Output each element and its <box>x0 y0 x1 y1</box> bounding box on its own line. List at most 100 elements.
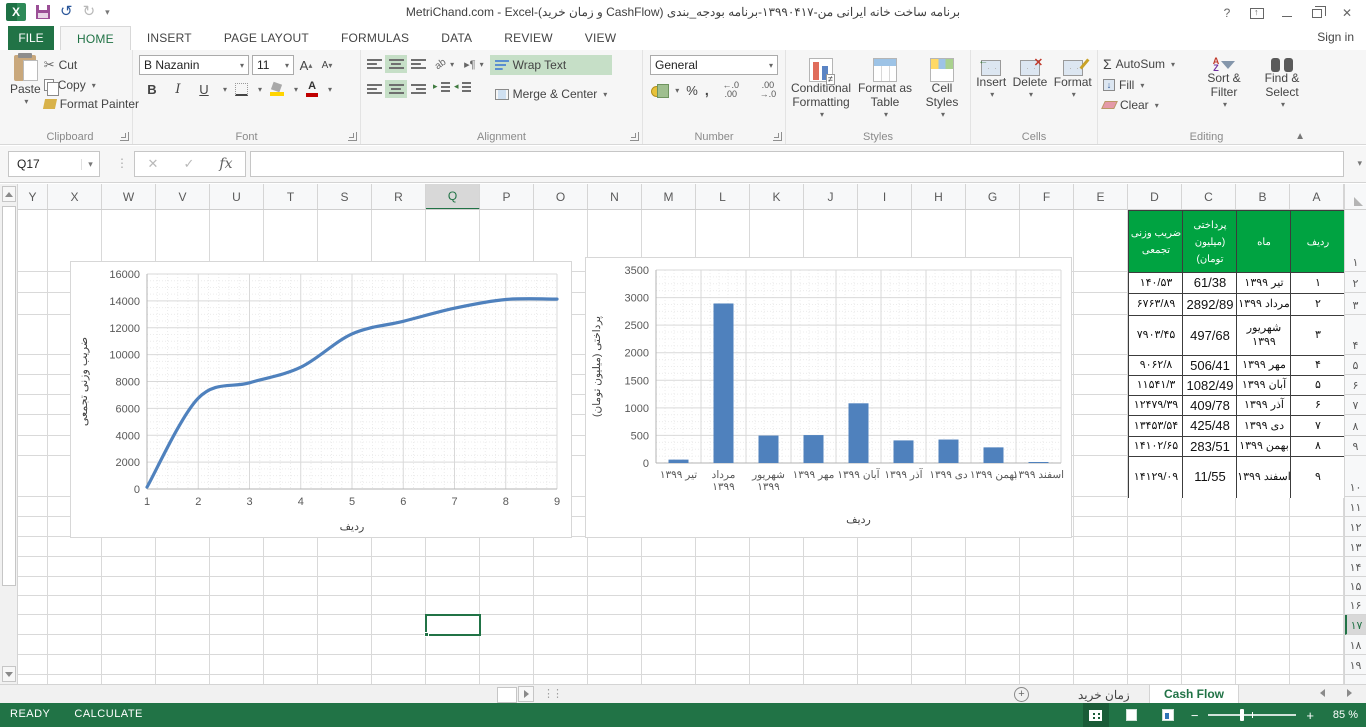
zoom-out-button[interactable]: − <box>1191 708 1199 723</box>
zoom-slider-thumb[interactable] <box>1240 709 1244 721</box>
grid[interactable]: ضریب وزنی تجمعیپرداختی (میلیون تومان)ماه… <box>18 210 1344 684</box>
table-cell-cumulative[interactable]: ۷۹۰۳/۴۵ <box>1128 315 1183 356</box>
sort-filter-button[interactable]: AZ Sort & Filter ▾ <box>1195 55 1253 113</box>
font-color-dropdown-icon[interactable]: ▾ <box>328 85 332 94</box>
row-header-5[interactable]: ۵ <box>1345 355 1366 375</box>
column-header-P[interactable]: P <box>480 184 534 210</box>
vertical-scroll-thumb[interactable] <box>2 206 16 586</box>
cell-styles-button[interactable]: Cell Styles ▾ <box>917 55 967 119</box>
row-header-2[interactable]: ۲ <box>1345 272 1366 293</box>
table-cell-payment[interactable]: 409/78 <box>1182 395 1237 416</box>
merge-center-button[interactable]: Merge & Center▾ <box>490 84 613 104</box>
percent-style-button[interactable]: % <box>686 83 698 98</box>
row-header-12[interactable]: ۱۲ <box>1345 517 1366 537</box>
number-dialog-launcher-icon[interactable] <box>773 132 782 141</box>
row-header-8[interactable]: ۸ <box>1345 415 1366 436</box>
column-header-X[interactable]: X <box>48 184 102 210</box>
name-box[interactable]: Q17 ▾ <box>8 151 100 177</box>
row-header-17[interactable]: ۱۷ <box>1345 615 1366 635</box>
align-right-button[interactable] <box>407 80 429 98</box>
alignment-dialog-launcher-icon[interactable] <box>630 132 639 141</box>
table-cell-payment[interactable]: 425/48 <box>1182 415 1237 437</box>
table-cell-payment[interactable]: 61/38 <box>1182 272 1237 294</box>
table-cell-cumulative[interactable]: ۱۴۱۰۲/۶۵ <box>1128 436 1183 457</box>
next-sheet-icon[interactable] <box>1347 689 1352 697</box>
column-header-V[interactable]: V <box>156 184 210 210</box>
clipboard-dialog-launcher-icon[interactable] <box>120 132 129 141</box>
calculate-status[interactable]: CALCULATE <box>74 708 142 720</box>
sign-in-link[interactable]: Sign in <box>1317 30 1354 44</box>
table-header-month[interactable]: ماه <box>1236 210 1291 273</box>
column-header-J[interactable]: J <box>804 184 858 210</box>
paste-button[interactable]: Paste ▾ <box>10 52 41 112</box>
page-layout-view-button[interactable] <box>1119 703 1145 727</box>
table-cell-index[interactable]: ۱ <box>1290 272 1344 294</box>
table-cell-month[interactable]: اسفند ۱۳۹۹ <box>1236 456 1291 498</box>
scroll-right-button[interactable] <box>518 686 534 702</box>
table-cell-month[interactable]: مهر ۱۳۹۹ <box>1236 355 1291 376</box>
table-cell-payment[interactable]: 283/51 <box>1182 436 1237 457</box>
column-header-S[interactable]: S <box>318 184 372 210</box>
table-cell-cumulative[interactable]: ۱۱۵۴۱/۳ <box>1128 375 1183 396</box>
wrap-text-button[interactable]: Wrap Text <box>490 55 613 75</box>
table-cell-month[interactable]: شهریور ۱۳۹۹ <box>1236 315 1291 356</box>
column-header-N[interactable]: N <box>588 184 642 210</box>
bar-series-bar[interactable] <box>849 403 869 463</box>
borders-icon[interactable] <box>235 83 248 96</box>
row-header-18[interactable]: ۱۸ <box>1345 635 1366 655</box>
bar-series-bar[interactable] <box>984 447 1004 463</box>
row-header-7[interactable]: ۷ <box>1345 395 1366 415</box>
column-header-T[interactable]: T <box>264 184 318 210</box>
column-header-C[interactable]: C <box>1182 184 1236 210</box>
horizontal-scrollbar[interactable] <box>18 686 535 702</box>
row-header-14[interactable]: ۱۴ <box>1345 557 1366 577</box>
enter-icon[interactable]: ✓ <box>183 156 194 172</box>
fill-color-dropdown-icon[interactable]: ▾ <box>294 85 298 94</box>
column-header-Q[interactable]: Q <box>426 184 480 210</box>
ribbon-display-icon[interactable] <box>1242 2 1272 24</box>
autosum-button[interactable]: ΣAutoSum▾ <box>1100 55 1195 73</box>
find-select-button[interactable]: Find & Select ▾ <box>1253 55 1311 113</box>
decrease-decimal-button[interactable]: .00 →.0 <box>753 81 783 99</box>
table-cell-index[interactable]: ۷ <box>1290 415 1344 437</box>
column-header-M[interactable]: M <box>642 184 696 210</box>
tab-formulas[interactable]: FORMULAS <box>325 26 425 50</box>
close-icon[interactable]: ✕ <box>1332 2 1362 24</box>
increase-indent-icon[interactable] <box>435 82 450 93</box>
row-header-6[interactable]: ۶ <box>1345 375 1366 395</box>
horizontal-scroll-thumb[interactable] <box>497 687 517 703</box>
row-header-10[interactable]: ۱۰ <box>1345 456 1366 497</box>
bar-series-bar[interactable] <box>894 440 914 463</box>
column-header-E[interactable]: E <box>1074 184 1128 210</box>
format-as-table-button[interactable]: Format as Table ▾ <box>855 55 915 119</box>
fill-handle[interactable] <box>424 632 429 637</box>
row-header-11[interactable]: ۱۱ <box>1345 497 1366 517</box>
column-header-G[interactable]: G <box>966 184 1020 210</box>
italic-button[interactable]: I <box>169 79 187 99</box>
font-name-select[interactable]: B Nazanin▾ <box>139 55 249 75</box>
bold-button[interactable]: B <box>143 79 161 99</box>
normal-view-button[interactable] <box>1083 703 1109 727</box>
sheet-tab-cash-flow[interactable]: Cash Flow <box>1149 685 1239 704</box>
middle-align-button[interactable] <box>385 55 407 73</box>
clear-button[interactable]: Clear▾ <box>1100 97 1195 113</box>
table-cell-month[interactable]: بهمن ۱۳۹۹ <box>1236 436 1291 457</box>
minimize-icon[interactable] <box>1272 2 1302 24</box>
delete-cells-button[interactable]: Delete ▾ <box>1013 57 1048 99</box>
column-header-A[interactable]: A <box>1290 184 1344 210</box>
selected-cell[interactable] <box>425 614 481 636</box>
table-cell-cumulative[interactable]: ۱۴۰/۵۳ <box>1128 272 1183 294</box>
scroll-down-button[interactable] <box>2 666 16 682</box>
column-header-I[interactable]: I <box>858 184 912 210</box>
scroll-up-button[interactable] <box>2 186 16 202</box>
bar-series-bar[interactable] <box>669 460 689 463</box>
copy-button[interactable]: Copy▾ <box>41 77 142 93</box>
row-header-13[interactable]: ۱۳ <box>1345 537 1366 557</box>
bar-series-bar[interactable] <box>1029 462 1049 463</box>
orientation-dropdown-icon[interactable]: ▾ <box>450 60 454 69</box>
select-all-button[interactable] <box>1344 184 1366 210</box>
orientation-icon[interactable]: ab <box>433 56 448 71</box>
table-cell-index[interactable]: ۹ <box>1290 456 1344 498</box>
new-sheet-button[interactable]: + <box>1014 687 1029 702</box>
row-header-19[interactable]: ۱۹ <box>1345 655 1366 675</box>
